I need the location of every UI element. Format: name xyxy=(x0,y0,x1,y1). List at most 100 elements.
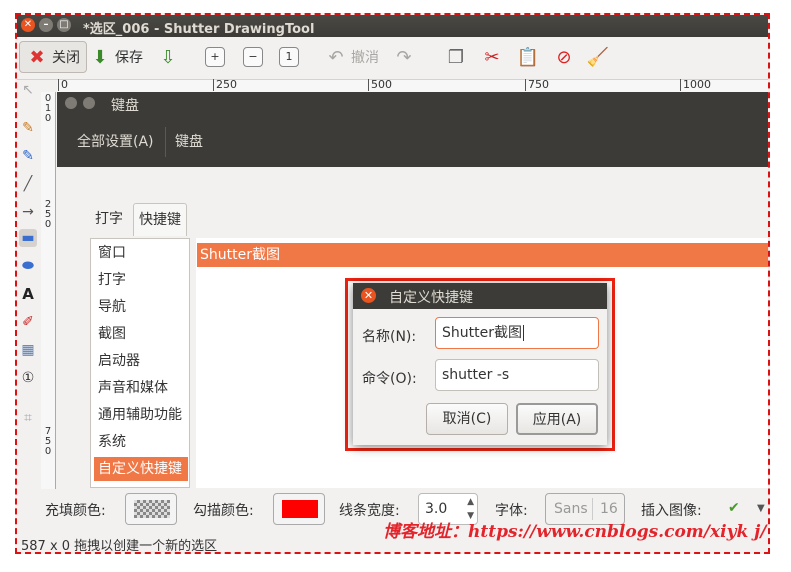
censor-tool-icon[interactable]: ✐ xyxy=(19,313,37,331)
stroke-color-swatch xyxy=(282,500,318,518)
apply-button[interactable]: 应用(A) xyxy=(516,403,598,435)
select-tool-icon[interactable]: ↖ xyxy=(19,81,37,99)
category-item[interactable]: 截图 xyxy=(94,322,188,346)
name-field[interactable]: Shutter截图 xyxy=(435,317,599,349)
ruler-tick: 0 xyxy=(44,113,52,124)
zoom-in-icon[interactable]: + xyxy=(205,47,225,67)
close-x-icon: ✖ xyxy=(29,46,45,68)
ruler-tick: 0 xyxy=(58,79,68,91)
ruler-tick: 0 xyxy=(44,219,52,230)
fill-color-button[interactable] xyxy=(125,493,177,525)
clear-button[interactable]: 🧹 xyxy=(581,41,615,73)
keyboard-toolbar: 全部设置(A) 键盘 xyxy=(57,117,768,167)
text-cursor xyxy=(522,325,524,341)
tool-palette: ↖ ✎ ✎ ╱ → ▬ ⬬ A ✐ ▦ ① ⌗ xyxy=(17,81,39,501)
command-field-value: shutter -s xyxy=(442,367,510,383)
dialog-title: 自定义快捷键 xyxy=(389,290,473,306)
crop-tool-icon[interactable]: ⌗ xyxy=(19,409,37,427)
window-minimize-icon[interactable]: – xyxy=(39,18,53,32)
keyboard-title-bar: 键盘 xyxy=(57,92,768,117)
font-name: Sans xyxy=(554,501,588,517)
ellipse-tool-icon[interactable]: ⬬ xyxy=(19,257,37,275)
window-title: *选区_006 - Shutter DrawingTool xyxy=(83,22,315,37)
command-label: 命令(O): xyxy=(362,371,417,387)
keyboard-crumb[interactable]: 键盘 xyxy=(169,117,209,167)
insert-image-icon[interactable]: ✔ xyxy=(728,500,740,516)
vertical-ruler: 0 1 0 2 5 0 7 5 0 xyxy=(41,92,56,492)
tab-shortcuts[interactable]: 快捷键 xyxy=(133,203,187,236)
status-text: 587 x 0 拖拽以创建一个新的选区 xyxy=(21,539,218,554)
category-item[interactable]: 打字 xyxy=(94,268,188,292)
stroke-color-label: 勾描颜色: xyxy=(193,503,254,519)
cancel-button[interactable]: 取消(C) xyxy=(426,403,508,435)
tab-typing[interactable]: 打字 xyxy=(90,203,128,235)
blog-watermark: 博客地址：https://www.cnblogs.com/xiyk j/ xyxy=(383,522,767,542)
copy-button[interactable]: ❐ xyxy=(439,41,473,73)
arrow-tool-icon[interactable]: → xyxy=(19,203,37,221)
all-settings-button[interactable]: 全部设置(A) xyxy=(71,117,160,167)
fill-color-label: 充填颜色: xyxy=(45,503,106,519)
redo-button[interactable]: ↷ xyxy=(387,41,421,73)
paste-icon: 📋 xyxy=(516,46,540,68)
line-tool-icon[interactable]: ╱ xyxy=(19,175,37,193)
category-item-selected[interactable]: 自定义快捷键 xyxy=(94,457,188,481)
paste-button[interactable]: 📋 xyxy=(511,41,545,73)
category-item[interactable]: 系统 xyxy=(94,430,188,454)
ruler-tick: 500 xyxy=(368,79,392,91)
redo-icon: ↷ xyxy=(396,46,412,68)
save-button-label: 保存 xyxy=(115,50,143,66)
pencil-tool-icon[interactable]: ✎ xyxy=(19,119,37,137)
ruler-tick: 0 xyxy=(44,446,52,457)
save-icon: ⬇ xyxy=(92,46,108,68)
name-field-value: Shutter截图 xyxy=(442,325,522,341)
close-button[interactable]: ✖ 关闭 xyxy=(19,41,87,73)
ruler-tick: 250 xyxy=(213,79,237,91)
copy-icon: ❐ xyxy=(447,46,465,68)
window-close-icon[interactable]: ✕ xyxy=(21,18,35,32)
stroke-color-button[interactable] xyxy=(273,493,325,525)
dialog-close-icon[interactable]: ✕ xyxy=(361,288,376,303)
highlighter-tool-icon[interactable]: ✎ xyxy=(19,147,37,165)
export-button[interactable]: ⇩ xyxy=(151,41,185,73)
window-maximize-icon[interactable]: □ xyxy=(57,18,71,32)
line-width-value: 3.0 xyxy=(425,501,448,517)
name-label: 名称(N): xyxy=(362,329,417,345)
text-tool-icon[interactable]: A xyxy=(19,285,37,303)
keyboard-minimize-icon[interactable] xyxy=(83,97,95,109)
custom-shortcut-dialog: ✕ 自定义快捷键 名称(N): Shutter截图 命令(O): shutter… xyxy=(353,283,607,445)
shortcut-row-selected[interactable]: Shutter截图 xyxy=(197,243,768,267)
undo-button[interactable]: ↶ 撤消 xyxy=(319,41,385,73)
export-icon: ⇩ xyxy=(160,46,176,68)
zoom-100-icon[interactable]: 1 xyxy=(279,47,299,67)
ruler-tick: 750 xyxy=(525,79,549,91)
category-item[interactable]: 导航 xyxy=(94,295,188,319)
pixelate-tool-icon[interactable]: ▦ xyxy=(19,341,37,359)
broom-icon: 🧹 xyxy=(586,46,610,68)
title-bar: ✕ – □ *选区_006 - Shutter DrawingTool xyxy=(17,15,768,37)
keyboard-title: 键盘 xyxy=(111,98,139,114)
save-button[interactable]: ⬇ 保存 xyxy=(83,41,149,73)
command-field[interactable]: shutter -s xyxy=(435,359,599,391)
rectangle-tool-icon[interactable]: ▬ xyxy=(19,229,37,247)
category-item[interactable]: 声音和媒体 xyxy=(94,376,188,400)
toolbar-separator xyxy=(165,127,166,157)
undo-button-label: 撤消 xyxy=(351,50,379,66)
main-toolbar: ✖ 关闭 ⬇ 保存 ⇩ + − 1 ↶ 撤消 ↷ ❐ ✂ 📋 ⊘ 🧹 xyxy=(17,37,768,80)
fill-color-swatch xyxy=(134,500,170,518)
close-button-label: 关闭 xyxy=(52,50,80,66)
category-item[interactable]: 窗口 xyxy=(94,241,188,265)
category-item[interactable]: 启动器 xyxy=(94,349,188,373)
keyboard-close-icon[interactable] xyxy=(65,97,77,109)
undo-icon: ↶ xyxy=(328,46,344,68)
ruler-tick: 1000 xyxy=(680,79,711,91)
number-tool-icon[interactable]: ① xyxy=(19,369,37,387)
dropdown-arrow-icon[interactable]: ▼ xyxy=(757,503,765,514)
font-size: 16 xyxy=(600,501,618,517)
category-item[interactable]: 通用辅助功能 xyxy=(94,403,188,427)
category-list: 窗口 打字 导航 截图 启动器 声音和媒体 通用辅助功能 系统 自定义快捷键 xyxy=(90,238,190,488)
cut-icon: ✂ xyxy=(484,46,500,68)
delete-icon: ⊘ xyxy=(556,46,572,68)
delete-button[interactable]: ⊘ xyxy=(547,41,581,73)
zoom-out-icon[interactable]: − xyxy=(243,47,263,67)
cut-button[interactable]: ✂ xyxy=(475,41,509,73)
